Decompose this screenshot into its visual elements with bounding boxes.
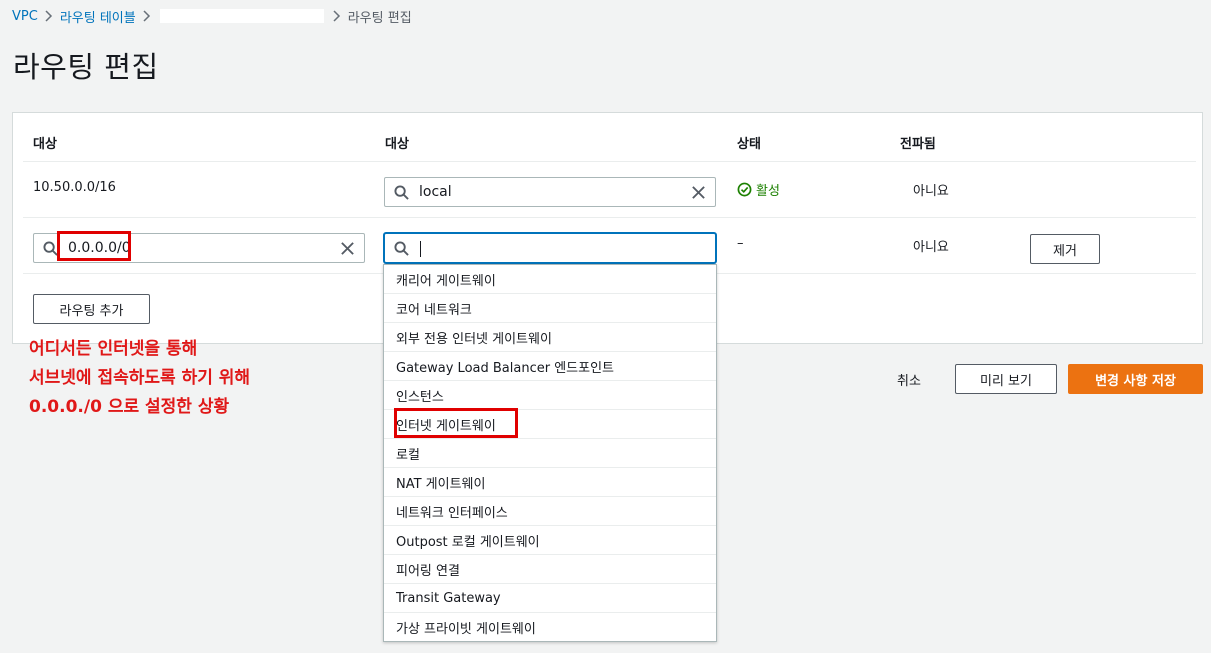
search-icon [43,241,58,256]
save-changes-button[interactable]: 변경 사항 저장 [1068,364,1203,394]
status-text: – [737,236,744,251]
breadcrumb: VPC 라우팅 테이블 라우팅 편집 [12,6,412,26]
add-route-button[interactable]: 라우팅 추가 [33,294,150,324]
status-text: 활성 [756,184,780,199]
annotation-line: 0.0.0./0 으로 설정한 상황 [29,397,230,417]
chevron-right-icon [38,10,60,22]
header-status: 상태 [737,137,761,152]
dropdown-option[interactable]: 인스턴스 [384,381,716,410]
status-badge: 활성 [737,180,780,199]
header-target: 대상 [385,137,409,152]
remove-button[interactable]: 제거 [1030,234,1100,264]
dropdown-option[interactable]: 외부 전용 인터넷 게이트웨이 [384,323,716,352]
breadcrumb-redacted-route-table[interactable] [159,9,324,23]
header-destination: 대상 [33,137,57,152]
dropdown-option[interactable]: Gateway Load Balancer 엔드포인트 [384,352,716,381]
dropdown-option[interactable]: Transit Gateway [384,584,716,613]
cancel-button[interactable]: 취소 [881,364,937,394]
dropdown-option[interactable]: 코어 네트워크 [384,294,716,323]
target-input[interactable]: local [384,177,716,207]
dropdown-option[interactable]: 네트워크 인터페이스 [384,497,716,526]
text-caret [420,241,421,257]
annotation-note: 어디서든 인터넷을 통해 서브넷에 접속하도록 하기 위해 0.0.0./0 으… [29,335,250,422]
chevron-right-icon [136,10,158,22]
annotation-line: 서브넷에 접속하도록 하기 위해 [29,368,251,388]
search-icon [394,185,409,200]
close-icon[interactable] [691,185,706,200]
dropdown-option[interactable]: 가상 프라이빗 게이트웨이 [384,613,716,642]
destination-input[interactable]: 0.0.0.0/0 [33,233,365,263]
check-circle-icon [737,182,752,197]
dropdown-option[interactable]: Outpost 로컬 게이트웨이 [384,526,716,555]
preview-button[interactable]: 미리 보기 [955,364,1057,394]
breadcrumb-route-tables[interactable]: 라우팅 테이블 [60,7,136,26]
breadcrumb-vpc[interactable]: VPC [12,9,38,24]
target-search-input[interactable] [384,233,716,263]
destination-value: 0.0.0.0/0 [68,240,131,256]
dropdown-option[interactable]: 피어링 연결 [384,555,716,584]
dropdown-option[interactable]: NAT 게이트웨이 [384,468,716,497]
propagated-value: 아니요 [913,184,949,199]
dropdown-option[interactable]: 캐리어 게이트웨이 [384,265,716,294]
row-divider [23,217,1196,218]
close-icon[interactable] [340,241,355,256]
route-destination: 10.50.0.0/16 [33,180,116,195]
page-title: 라우팅 편집 [13,50,159,84]
propagated-value: 아니요 [913,240,949,255]
breadcrumb-current: 라우팅 편집 [347,10,412,26]
row-divider [23,161,1196,162]
search-icon [394,241,409,256]
target-value: local [419,184,452,200]
header-propagated: 전파됨 [900,137,936,152]
annotation-line: 어디서든 인터넷을 통해 [29,339,198,359]
dropdown-option[interactable]: 인터넷 게이트웨이 [384,410,716,439]
chevron-right-icon [326,10,348,22]
target-dropdown: 캐리어 게이트웨이 코어 네트워크 외부 전용 인터넷 게이트웨이 Gateway L… [383,264,717,642]
dropdown-option[interactable]: 로컬 [384,439,716,468]
